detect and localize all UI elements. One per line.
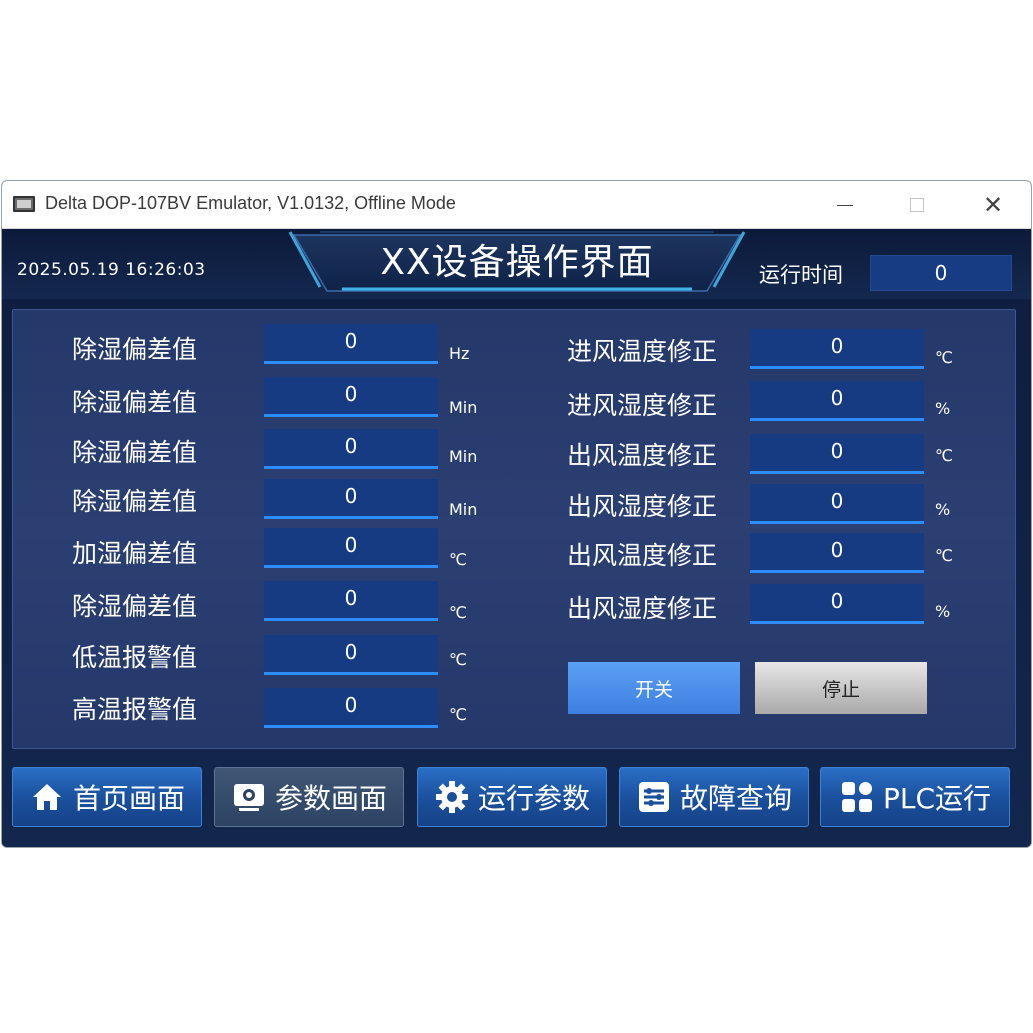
left-param-unit: Min	[449, 447, 478, 466]
left-param-label: 除湿偏差值	[72, 438, 198, 467]
right-param-unit: ℃	[935, 446, 953, 465]
left-param-unit: ℃	[449, 550, 467, 569]
title-bar: Delta DOP-107BV Emulator, V1.0132, Offli…	[2, 181, 1031, 229]
gear-icon	[434, 779, 470, 815]
hmi-screen: 2025.05.19 16:26:03 XX设备操作界面 运行时间 0 除湿偏差…	[2, 229, 1031, 847]
nav-label: 参数画面	[274, 782, 387, 815]
right-param-unit: ℃	[935, 348, 953, 367]
left-param-unit: ℃	[449, 603, 467, 622]
left-param-label: 除湿偏差值	[72, 592, 198, 621]
nav-label: 故障查询	[679, 782, 792, 815]
left-param-input[interactable]: 0	[264, 377, 438, 417]
left-param-unit: ℃	[449, 650, 467, 669]
left-param-unit: Min	[449, 500, 478, 519]
left-param-input[interactable]: 0	[264, 688, 438, 728]
right-param-label: 进风温度修正	[567, 337, 718, 366]
nav-label: 首页画面	[72, 782, 185, 815]
right-param-input[interactable]: 0	[750, 329, 924, 369]
runtime-value: 0	[870, 255, 1012, 291]
nav-params-button[interactable]: 参数画面	[214, 767, 404, 827]
left-param-label: 加湿偏差值	[72, 539, 198, 568]
right-param-label: 出风温度修正	[567, 541, 718, 570]
right-param-label: 出风温度修正	[567, 441, 718, 470]
close-button[interactable]: ✕	[958, 181, 1028, 229]
left-param-input[interactable]: 0	[264, 479, 438, 519]
right-param-unit: %	[935, 602, 951, 621]
right-param-input[interactable]: 0	[750, 434, 924, 474]
left-param-input[interactable]: 0	[264, 581, 438, 621]
bottom-nav: 首页画面 参数画面 运行参数 故障查询 PLC运行	[2, 759, 1031, 847]
left-param-input[interactable]: 0	[264, 429, 438, 469]
right-param-input[interactable]: 0	[750, 381, 924, 421]
nav-label: PLC运行	[882, 782, 992, 815]
left-param-label: 除湿偏差值	[72, 487, 198, 516]
minimize-button[interactable]	[810, 181, 880, 229]
close-icon: ✕	[982, 191, 1004, 219]
nav-plc-run-button[interactable]: PLC运行	[820, 767, 1010, 827]
date-time-display: 2025.05.19 16:26:03	[17, 260, 206, 280]
right-param-input[interactable]: 0	[750, 484, 924, 524]
maximize-icon	[910, 198, 924, 212]
emulator-window: Delta DOP-107BV Emulator, V1.0132, Offli…	[1, 180, 1032, 848]
on-off-button[interactable]: 开关	[568, 662, 740, 714]
left-param-unit: Hz	[449, 344, 470, 363]
parameter-panel: 除湿偏差值 0 Hz 除湿偏差值 0 Min 除湿偏差值 0 Min 除湿偏差值…	[12, 309, 1016, 749]
left-param-label: 除湿偏差值	[72, 335, 198, 364]
right-param-input[interactable]: 0	[750, 533, 924, 573]
left-param-label: 低温报警值	[72, 643, 198, 672]
right-param-unit: %	[935, 399, 951, 418]
right-param-unit: ℃	[935, 546, 953, 565]
app-monitor-icon	[13, 196, 35, 212]
nav-label: 运行参数	[477, 782, 590, 815]
left-param-input[interactable]: 0	[264, 635, 438, 675]
right-param-label: 出风湿度修正	[567, 492, 718, 521]
maximize-button[interactable]	[882, 181, 952, 229]
right-param-input[interactable]: 0	[750, 584, 924, 624]
runtime-label: 运行时间	[759, 263, 843, 287]
grid-icon	[839, 779, 875, 815]
right-param-unit: %	[935, 500, 951, 519]
monitor-icon	[231, 779, 267, 815]
minimize-icon	[837, 204, 853, 206]
nav-run-params-button[interactable]: 运行参数	[417, 767, 607, 827]
page-title: XX设备操作界面	[380, 242, 654, 283]
nav-home-button[interactable]: 首页画面	[12, 767, 202, 827]
left-param-unit: ℃	[449, 705, 467, 724]
right-param-label: 出风湿度修正	[567, 594, 718, 623]
nav-fault-query-button[interactable]: 故障查询	[619, 767, 809, 827]
left-param-unit: Min	[449, 398, 478, 417]
left-param-label: 除湿偏差值	[72, 388, 198, 417]
home-icon	[29, 779, 65, 815]
right-param-label: 进风湿度修正	[567, 391, 718, 420]
stop-button[interactable]: 停止	[755, 662, 927, 714]
left-param-input[interactable]: 0	[264, 324, 438, 364]
window-title: Delta DOP-107BV Emulator, V1.0132, Offli…	[45, 193, 456, 213]
left-param-label: 高温报警值	[72, 695, 198, 724]
left-param-input[interactable]: 0	[264, 528, 438, 568]
sliders-icon	[636, 779, 672, 815]
